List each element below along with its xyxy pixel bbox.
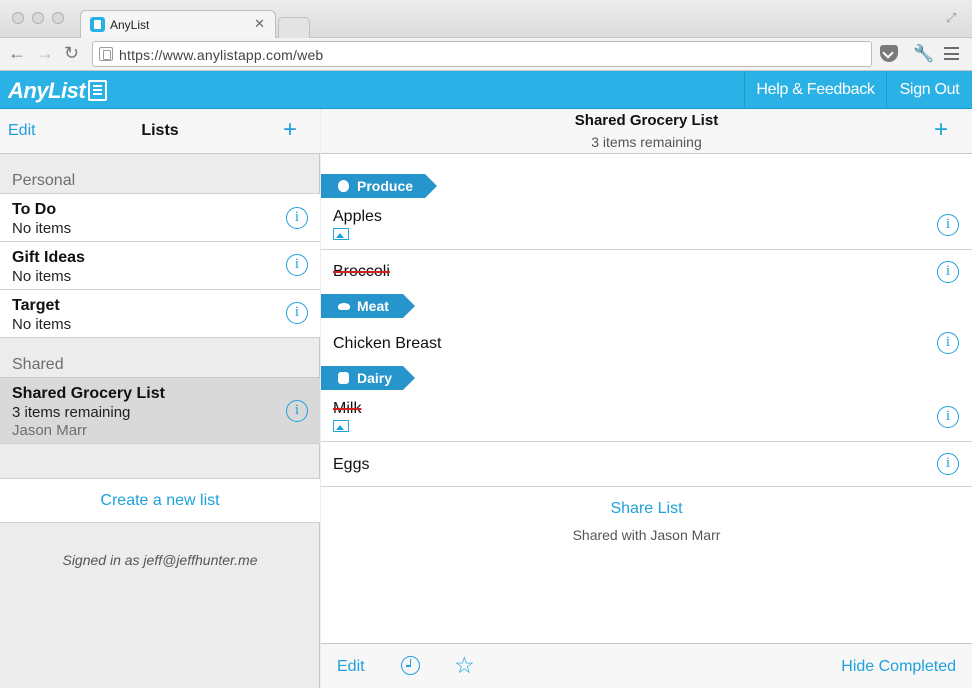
list-detail-pane: Shared Grocery List 3 items remaining + … [321,109,972,688]
info-icon[interactable]: i [286,400,308,422]
app-header: AnyList Help & Feedback Sign Out [0,71,972,109]
list-subtitle: No items [12,268,72,285]
share-list-link[interactable]: Share List [321,500,972,518]
reload-icon[interactable]: ↻ [64,43,79,63]
list-item[interactable]: Chicken Breast i [321,318,972,366]
signed-in-text: Signed in as jeff@jeffhunter.me [62,552,258,568]
create-list-row: Create a new list [0,478,320,523]
category-meat: Meat [321,294,415,318]
items-edit-button[interactable]: Edit [337,658,365,676]
list-logo-icon [88,80,107,101]
list-name: Target [12,297,60,314]
item-name: Apples [333,208,382,225]
info-icon[interactable]: i [937,214,959,236]
category-dairy: Dairy [321,366,415,390]
list-item[interactable]: Apples i [321,198,972,250]
lists-sidebar: Edit Lists + Personal To Do No items i G… [0,109,320,688]
info-icon[interactable]: i [937,406,959,428]
info-icon[interactable]: i [286,207,308,229]
fullscreen-icon[interactable]: ⤢ [946,10,956,26]
meat-icon [338,303,350,310]
help-feedback-button[interactable]: Help & Feedback [744,71,886,109]
wrench-icon[interactable]: 🔧 [913,44,934,64]
list-detail-navbar: Shared Grocery List 3 items remaining + [321,109,972,154]
apple-icon [338,180,349,192]
lists-navbar: Edit Lists + [0,109,320,154]
section-header-shared: Shared [12,356,64,373]
list-subtitle: 3 items remaining [12,404,131,421]
item-name: Eggs [333,456,370,473]
tab-close-icon[interactable]: ✕ [254,16,265,32]
info-icon[interactable]: i [937,453,959,475]
info-icon[interactable]: i [286,302,308,324]
item-name-completed: Milk [333,400,362,417]
browser-toolbar: ← → ↻ https://www.anylistapp.com/web 🔧 [0,38,972,71]
tab-title: AnyList [110,18,150,32]
anylist-favicon-icon [90,17,105,32]
favorites-star-icon[interactable]: ☆ [454,652,475,678]
list-item[interactable]: Eggs i [321,442,972,487]
minimize-window-button[interactable] [32,12,44,24]
list-item[interactable]: Milk i [321,390,972,442]
list-remaining-count: 3 items remaining [591,134,702,150]
lists-title: Lists [141,122,179,139]
forward-arrow-icon[interactable]: → [36,43,54,63]
zoom-window-button[interactable] [52,12,64,24]
pocket-icon[interactable] [880,45,898,62]
add-item-button[interactable]: + [934,116,948,144]
info-icon[interactable]: i [286,254,308,276]
create-new-list-link[interactable]: Create a new list [0,492,320,510]
list-item-to-do[interactable]: To Do No items i [0,193,320,242]
list-subtitle: No items [12,316,72,333]
anylist-logo: AnyList [8,78,86,103]
list-item-shared-grocery-list[interactable]: Shared Grocery List 3 items remaining Ja… [0,377,320,444]
photo-icon [333,420,349,432]
browser-tab[interactable]: AnyList ✕ [80,10,276,39]
list-title: Shared Grocery List [574,112,719,129]
list-item-target[interactable]: Target No items i [0,290,320,338]
section-header-personal: Personal [12,172,76,189]
list-bottom-toolbar: Edit ☆ Hide Completed [321,643,972,688]
close-window-button[interactable] [12,12,24,24]
sign-out-button[interactable]: Sign Out [886,71,972,109]
list-name: Shared Grocery List [12,385,165,402]
info-icon[interactable]: i [937,332,959,354]
url-text[interactable]: https://www.anylistapp.com/web [119,47,323,63]
list-owner: Jason Marr [12,422,88,439]
list-item[interactable]: Broccoli i [321,251,972,293]
browser-titlebar: AnyList ✕ ⤢ [0,0,972,39]
list-item-gift-ideas[interactable]: Gift Ideas No items i [0,242,320,290]
milk-carton-icon [338,372,349,384]
list-name: Gift Ideas [12,249,85,266]
shared-with-text: Shared with Jason Marr [572,527,721,543]
address-bar[interactable]: https://www.anylistapp.com/web [92,41,872,67]
photo-icon [333,228,349,240]
menu-icon[interactable] [944,47,959,60]
back-arrow-icon[interactable]: ← [8,43,26,63]
list-subtitle: No items [12,220,72,237]
hide-completed-button[interactable]: Hide Completed [841,658,956,676]
new-tab-button[interactable] [278,17,310,38]
item-name: Chicken Breast [333,335,442,352]
history-clock-icon[interactable] [401,656,420,675]
item-name-completed: Broccoli [333,263,390,280]
page-icon [99,47,113,61]
info-icon[interactable]: i [937,261,959,283]
list-name: To Do [12,201,57,218]
add-list-button[interactable]: + [283,116,297,144]
category-produce: Produce [321,174,437,198]
